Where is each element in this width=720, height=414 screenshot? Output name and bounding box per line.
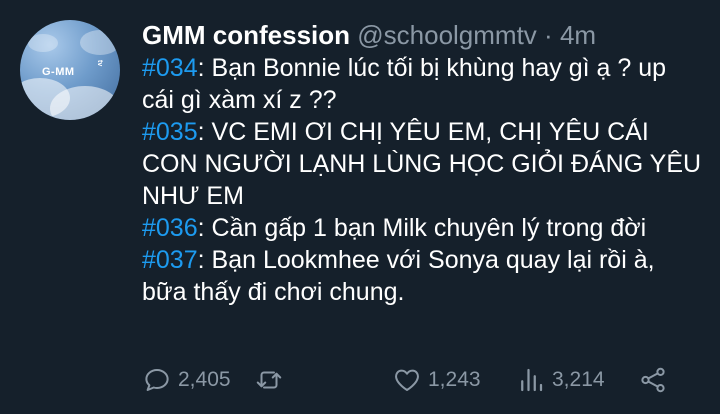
tweet-line: #037: Bạn Lookmhee với Sonya quay lại rồ…	[142, 244, 702, 308]
like-button[interactable]: 1,243	[392, 362, 481, 398]
avatar-logo: G-MM	[42, 66, 75, 78]
views-count: 3,214	[552, 368, 605, 391]
avatar-logo-tv: tv	[96, 60, 103, 67]
like-count: 1,243	[428, 368, 481, 391]
tweet-line-text: : Bạn Lookmhee với Sonya quay lại rồi à,…	[142, 246, 655, 306]
tweet-line-text: : VC EMI ƠI CHỊ YÊU EM, CHỊ YÊU CÁI CON …	[142, 118, 702, 210]
author-name[interactable]: GMM confession	[142, 20, 350, 50]
tweet-time[interactable]: 4m	[560, 20, 596, 50]
hashtag-link[interactable]: #036	[142, 214, 198, 242]
retweet-button[interactable]	[254, 362, 290, 398]
hashtag-link[interactable]: #037	[142, 246, 198, 274]
hashtag-link[interactable]: #035	[142, 118, 198, 146]
share-button[interactable]	[638, 362, 674, 398]
retweet-icon	[256, 371, 282, 389]
avatar[interactable]: G-MM tv	[20, 20, 120, 120]
tweet-header: GMM confession @schoolgmmtv · 4m	[142, 18, 596, 52]
tweet-line-text: : Bạn Bonnie lúc tối bị khùng hay gì ạ ?…	[142, 54, 667, 114]
separator-dot: ·	[544, 20, 553, 50]
reply-icon	[145, 369, 169, 391]
views-icon	[521, 368, 543, 392]
heart-icon	[395, 369, 419, 391]
reply-button[interactable]: 2,405	[142, 362, 231, 398]
views-button[interactable]: 3,214	[516, 362, 605, 398]
tweet-text: #034: Bạn Bonnie lúc tối bị khùng hay gì…	[142, 52, 702, 308]
tweet-line: #036: Cần gấp 1 bạn Milk chuyên lý trong…	[142, 212, 702, 244]
tweet-line: #035: VC EMI ƠI CHỊ YÊU EM, CHỊ YÊU CÁI …	[142, 116, 702, 212]
tweet-line-text: : Cần gấp 1 bạn Milk chuyên lý trong đời	[197, 214, 647, 242]
author-handle[interactable]: @schoolgmmtv	[357, 20, 537, 50]
hashtag-link[interactable]: #034	[142, 54, 198, 82]
tweet-actions: 2,405 1,243 3,214	[142, 362, 702, 398]
share-icon	[641, 367, 665, 393]
tweet-line: #034: Bạn Bonnie lúc tối bị khùng hay gì…	[142, 52, 702, 116]
reply-count: 2,405	[178, 368, 231, 391]
